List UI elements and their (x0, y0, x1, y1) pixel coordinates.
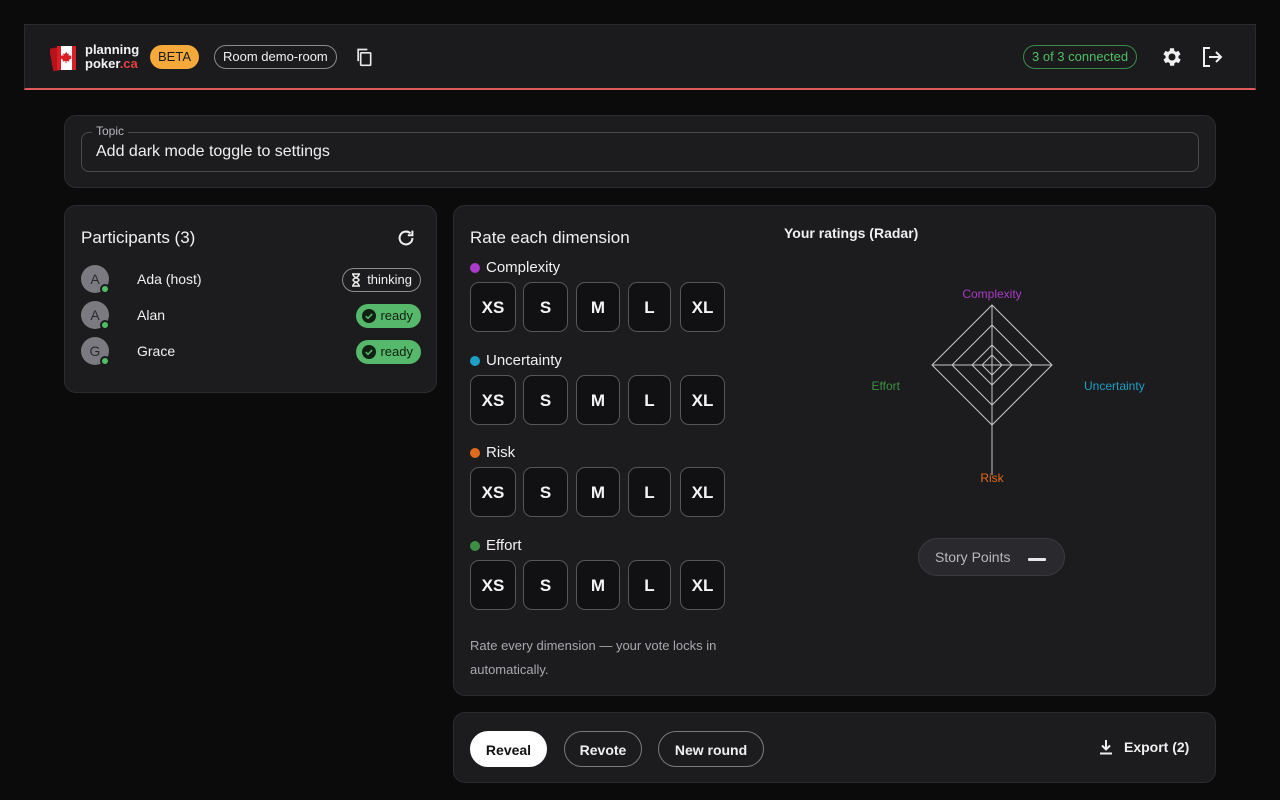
size-s-button[interactable]: S (523, 375, 568, 425)
topic-panel: Topic Add dark mode toggle to settings (64, 115, 1216, 188)
size-m-button[interactable]: M (576, 467, 620, 517)
size-xl-button[interactable]: XL (680, 467, 725, 517)
logo-text: planning poker.ca (85, 43, 139, 71)
participants-panel: Participants (3) A Ada (host) thinking A… (64, 205, 437, 393)
gear-icon[interactable] (1160, 45, 1184, 69)
dimension-name: Uncertainty (486, 352, 562, 369)
radar-title: Your ratings (Radar) (784, 225, 919, 241)
logo-line1: planning (85, 42, 140, 57)
size-xl-button[interactable]: XL (680, 375, 725, 425)
size-l-button[interactable]: L (628, 375, 671, 425)
size-xl-button[interactable]: XL (680, 282, 725, 332)
dimension-name: Effort (486, 537, 522, 554)
size-m-button[interactable]: M (576, 375, 620, 425)
size-s-button[interactable]: S (523, 282, 568, 332)
size-s-button[interactable]: S (523, 560, 568, 610)
export-label: Export (2) (1124, 739, 1190, 755)
participant-name: Grace (137, 343, 176, 359)
hourglass-icon (352, 273, 361, 287)
size-xs-button[interactable]: XS (470, 467, 516, 517)
rating-title: Rate each dimension (470, 228, 630, 247)
new-round-button[interactable]: New round (658, 731, 764, 767)
topic-input[interactable]: Topic Add dark mode toggle to settings (81, 124, 1199, 172)
story-points-empty-value (1028, 558, 1046, 561)
dimension-name: Complexity (486, 259, 561, 276)
dimension-color-dot (470, 541, 480, 551)
download-icon (1100, 740, 1112, 755)
story-points-badge: Story Points (918, 538, 1065, 576)
size-l-button[interactable]: L (628, 560, 671, 610)
actions-panel: Reveal Revote New round Export (2) (453, 712, 1216, 783)
radar-label-complexity: Complexity (962, 287, 1021, 301)
size-xs-button[interactable]: XS (470, 560, 516, 610)
status-badge: ready (356, 304, 421, 328)
logout-icon[interactable] (1200, 45, 1224, 69)
dimension-color-dot (470, 263, 480, 273)
connection-status-badge: 3 of 3 connected (1023, 45, 1138, 69)
room-chip: Room demo-room (214, 45, 337, 69)
status-label: ready (380, 308, 413, 323)
logo-word: poker (85, 56, 120, 71)
dimension-name: Risk (486, 444, 516, 461)
revote-button[interactable]: Revote (564, 731, 642, 767)
topic-label: Topic (92, 124, 129, 138)
logo-line2: poker.ca (85, 57, 139, 71)
rating-panel: Rate each dimension Complexity XS S M L … (453, 205, 1216, 696)
size-l-button[interactable]: L (628, 467, 671, 517)
story-points-label: Story Points (935, 549, 1011, 565)
online-indicator (100, 356, 110, 366)
reveal-button[interactable]: Reveal (470, 731, 547, 767)
radar-label-effort: Effort (872, 379, 901, 393)
participant-row: A Ada (host) thinking (81, 265, 421, 295)
dimension-color-dot (470, 448, 480, 458)
radar-chart: Complexity Uncertainty Risk Effort (872, 287, 1145, 485)
radar-label-uncertainty: Uncertainty (1084, 379, 1145, 393)
size-xs-button[interactable]: XS (470, 282, 516, 332)
online-indicator (100, 284, 110, 294)
participant-name: Ada (host) (137, 271, 202, 287)
participant-row: G Grace ready (81, 337, 421, 367)
online-indicator (100, 320, 110, 330)
size-m-button[interactable]: M (576, 282, 620, 332)
logo-suffix: .ca (119, 56, 138, 71)
size-s-button[interactable]: S (523, 467, 568, 517)
check-circle-icon (362, 345, 377, 359)
check-circle-icon (362, 309, 377, 323)
logo[interactable]: planning poker.ca (50, 42, 146, 74)
radar-label-risk: Risk (980, 471, 1004, 485)
size-xs-button[interactable]: XS (470, 375, 516, 425)
participant-row: A Alan ready (81, 301, 421, 331)
topic-value[interactable]: Add dark mode toggle to settings (96, 143, 330, 161)
radar-grid (931, 304, 1053, 475)
status-label: ready (380, 344, 413, 359)
participants-title: Participants (3) (81, 228, 196, 247)
copy-icon[interactable] (354, 47, 374, 67)
size-l-button[interactable]: L (628, 282, 671, 332)
size-xl-button[interactable]: XL (680, 560, 725, 610)
participant-name: Alan (137, 307, 166, 323)
beta-badge: BETA (150, 45, 199, 69)
dimension-color-dot (470, 356, 480, 366)
app-header: planning poker.ca BETA Room demo-room 3 … (24, 24, 1256, 90)
refresh-icon[interactable] (395, 227, 417, 249)
vote-hint: Rate every dimension — your vote locks i… (470, 638, 717, 677)
status-badge: ready (356, 340, 421, 364)
logo-cards-icon (50, 45, 76, 72)
size-m-button[interactable]: M (576, 560, 620, 610)
status-label: thinking (367, 272, 412, 287)
status-badge: thinking (342, 268, 421, 292)
